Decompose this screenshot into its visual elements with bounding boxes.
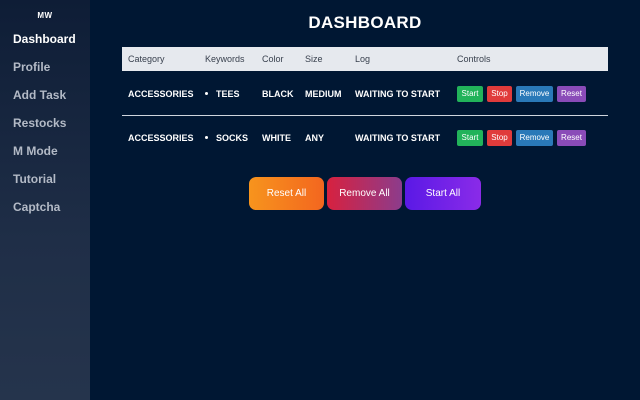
cell-category: ACCESSORIES [128,89,194,99]
bullet-icon [205,92,208,96]
keyword-text: SOCKS [216,133,249,143]
start-all-button[interactable]: Start All [405,177,481,210]
cell-keywords: SOCKS [205,128,248,148]
table-row: ACCESSORIES SOCKS WHITE ANY WAITING TO S… [122,128,608,148]
brand-logo: MW [37,11,53,20]
stop-button[interactable]: Stop [487,86,512,102]
stop-button[interactable]: Stop [487,130,512,146]
column-header-log: Log [355,54,371,64]
column-header-keywords: Keywords [205,54,245,64]
sidebar-item-profile[interactable]: Profile [13,59,76,87]
cell-color: BLACK [262,89,294,99]
sidebar-item-add-task[interactable]: Add Task [13,87,76,115]
cell-size: MEDIUM [305,89,342,99]
cell-log: WAITING TO START [355,89,441,99]
app-window: MW Dashboard Profile Add Task Restocks M… [0,0,640,400]
bullet-icon [205,136,208,140]
remove-button[interactable]: Remove [516,130,553,146]
page-title: DASHBOARD [308,13,422,32]
cell-category: ACCESSORIES [128,133,194,143]
remove-all-button[interactable]: Remove All [327,177,402,210]
cell-keywords: TEES [205,84,240,104]
cell-color: WHITE [262,133,291,143]
start-button[interactable]: Start [457,130,483,146]
reset-all-button[interactable]: Reset All [249,177,324,210]
sidebar: MW Dashboard Profile Add Task Restocks M… [0,0,90,400]
column-header-category: Category [128,54,165,64]
row-divider [122,115,608,116]
reset-button[interactable]: Reset [557,130,586,146]
cell-size: ANY [305,133,325,143]
sidebar-item-tutorial[interactable]: Tutorial [13,171,76,199]
cell-log: WAITING TO START [355,133,441,143]
column-header-color: Color [262,54,284,64]
sidebar-item-dashboard[interactable]: Dashboard [13,31,76,59]
column-header-controls: Controls [457,54,491,64]
reset-button[interactable]: Reset [557,86,586,102]
sidebar-item-restocks[interactable]: Restocks [13,115,76,143]
keyword-text: TEES [216,89,240,99]
start-button[interactable]: Start [457,86,483,102]
table-row: ACCESSORIES TEES BLACK MEDIUM WAITING TO… [122,84,608,104]
remove-button[interactable]: Remove [516,86,553,102]
column-header-size: Size [305,54,323,64]
sidebar-item-m-mode[interactable]: M Mode [13,143,76,171]
sidebar-item-captcha[interactable]: Captcha [13,199,76,227]
table-header: Category Keywords Color Size Log Control… [122,47,608,71]
sidebar-nav: Dashboard Profile Add Task Restocks M Mo… [13,31,76,227]
